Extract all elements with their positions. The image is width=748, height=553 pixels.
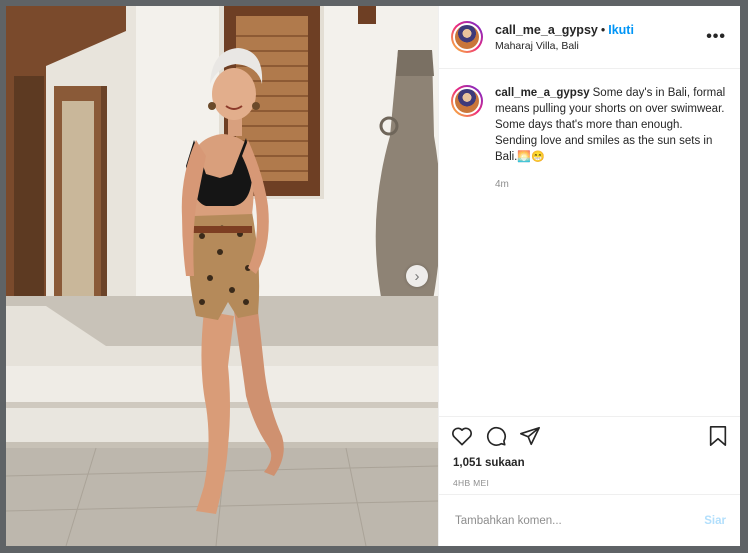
post-sidebar: call_me_a_gypsy • Ikuti Maharaj Villa, Bal…	[438, 6, 740, 546]
avatar[interactable]	[451, 21, 483, 53]
comment-timestamp[interactable]: 4m	[495, 179, 726, 190]
photo-image	[6, 6, 438, 546]
caption-line-2: Some days that's more than enough. Sendi…	[495, 119, 713, 163]
header-username[interactable]: call_me_a_gypsy	[495, 23, 598, 37]
separator-dot: •	[600, 22, 606, 37]
caption-body: call_me_a_gypsy Some day's in Bali, forma…	[495, 85, 726, 190]
post-header: call_me_a_gypsy • Ikuti Maharaj Villa, Bal…	[439, 6, 740, 69]
header-text: call_me_a_gypsy • Ikuti Maharaj Villa, Bal…	[495, 22, 706, 53]
post-comment-button[interactable]: Siar	[704, 515, 726, 527]
action-bar	[439, 416, 740, 454]
sunset-emoji-icon: 🌅😁	[517, 151, 545, 163]
caption-username[interactable]: call_me_a_gypsy	[495, 87, 590, 99]
caption-text: call_me_a_gypsy Some day's in Bali, forma…	[495, 85, 726, 165]
comment-input[interactable]	[453, 513, 705, 528]
post-dialog: › call_me_a_gypsy • Ikuti Maharaj Villa, B…	[6, 6, 740, 546]
follow-button[interactable]: Ikuti	[608, 23, 634, 37]
share-icon[interactable]	[519, 425, 541, 447]
next-photo-button[interactable]: ›	[406, 265, 428, 287]
post-photo[interactable]: ›	[6, 6, 438, 546]
heart-icon[interactable]	[451, 426, 473, 446]
more-options-icon[interactable]: •••	[706, 28, 726, 46]
comment-icon[interactable]	[485, 425, 507, 447]
location-link[interactable]: Maharaj Villa, Bali	[495, 39, 706, 53]
caption-area: call_me_a_gypsy Some day's in Bali, forma…	[439, 69, 740, 416]
like-count[interactable]: 1,051 sukaan	[439, 454, 740, 472]
caption-avatar[interactable]	[451, 85, 483, 117]
chevron-right-icon: ›	[414, 267, 420, 285]
bookmark-icon[interactable]	[708, 425, 728, 447]
comment-box: Siar	[439, 494, 740, 546]
post-date[interactable]: 4HB MEI	[439, 472, 740, 494]
